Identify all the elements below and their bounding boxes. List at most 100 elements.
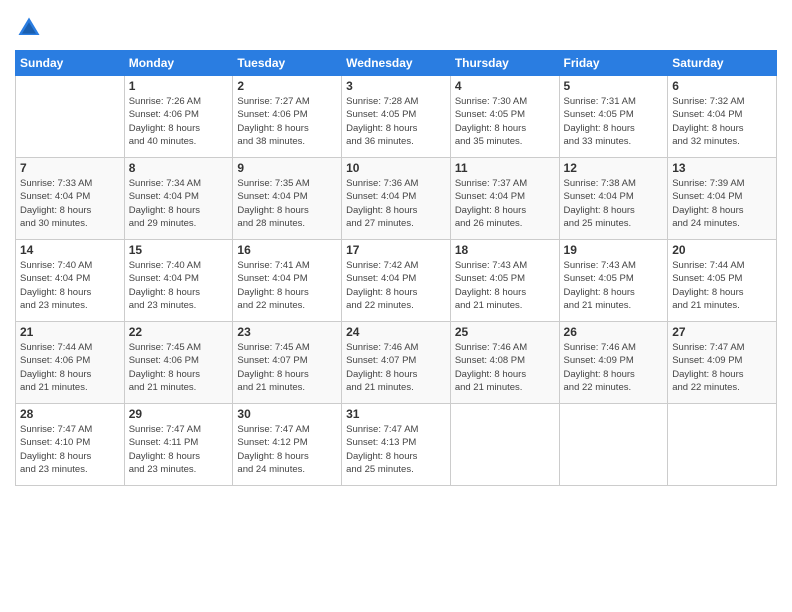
calendar-cell: 8 Sunrise: 7:34 AMSunset: 4:04 PMDaylight… — [124, 158, 233, 240]
day-number: 19 — [564, 243, 664, 257]
calendar-cell: 23 Sunrise: 7:45 AMSunset: 4:07 PMDayligh… — [233, 322, 342, 404]
logo-icon — [15, 14, 43, 42]
day-number: 4 — [455, 79, 555, 93]
header-thursday: Thursday — [450, 51, 559, 76]
calendar-cell: 21 Sunrise: 7:44 AMSunset: 4:06 PMDayligh… — [16, 322, 125, 404]
day-info: Sunrise: 7:40 AMSunset: 4:04 PMDaylight:… — [20, 259, 120, 312]
calendar-cell: 27 Sunrise: 7:47 AMSunset: 4:09 PMDayligh… — [668, 322, 777, 404]
header-monday: Monday — [124, 51, 233, 76]
day-number: 28 — [20, 407, 120, 421]
header-wednesday: Wednesday — [342, 51, 451, 76]
day-number: 9 — [237, 161, 337, 175]
day-info: Sunrise: 7:44 AMSunset: 4:05 PMDaylight:… — [672, 259, 772, 312]
day-number: 30 — [237, 407, 337, 421]
calendar-cell: 18 Sunrise: 7:43 AMSunset: 4:05 PMDayligh… — [450, 240, 559, 322]
header-friday: Friday — [559, 51, 668, 76]
calendar-table: SundayMondayTuesdayWednesdayThursdayFrid… — [15, 50, 777, 486]
calendar-cell — [16, 76, 125, 158]
day-info: Sunrise: 7:35 AMSunset: 4:04 PMDaylight:… — [237, 177, 337, 230]
day-number: 10 — [346, 161, 446, 175]
day-info: Sunrise: 7:27 AMSunset: 4:06 PMDaylight:… — [237, 95, 337, 148]
day-info: Sunrise: 7:43 AMSunset: 4:05 PMDaylight:… — [455, 259, 555, 312]
page-header — [15, 10, 777, 42]
calendar-cell: 26 Sunrise: 7:46 AMSunset: 4:09 PMDayligh… — [559, 322, 668, 404]
calendar-cell — [450, 404, 559, 486]
day-info: Sunrise: 7:44 AMSunset: 4:06 PMDaylight:… — [20, 341, 120, 394]
day-number: 17 — [346, 243, 446, 257]
calendar-cell: 12 Sunrise: 7:38 AMSunset: 4:04 PMDayligh… — [559, 158, 668, 240]
day-number: 18 — [455, 243, 555, 257]
calendar-cell: 31 Sunrise: 7:47 AMSunset: 4:13 PMDayligh… — [342, 404, 451, 486]
day-info: Sunrise: 7:47 AMSunset: 4:11 PMDaylight:… — [129, 423, 229, 476]
day-info: Sunrise: 7:45 AMSunset: 4:06 PMDaylight:… — [129, 341, 229, 394]
day-info: Sunrise: 7:46 AMSunset: 4:09 PMDaylight:… — [564, 341, 664, 394]
calendar-cell: 7 Sunrise: 7:33 AMSunset: 4:04 PMDaylight… — [16, 158, 125, 240]
calendar-cell: 10 Sunrise: 7:36 AMSunset: 4:04 PMDayligh… — [342, 158, 451, 240]
calendar-week-2: 7 Sunrise: 7:33 AMSunset: 4:04 PMDaylight… — [16, 158, 777, 240]
day-info: Sunrise: 7:33 AMSunset: 4:04 PMDaylight:… — [20, 177, 120, 230]
day-info: Sunrise: 7:26 AMSunset: 4:06 PMDaylight:… — [129, 95, 229, 148]
calendar-cell: 20Sunrise: 7:44 AMSunset: 4:05 PMDayligh… — [668, 240, 777, 322]
day-number: 2 — [237, 79, 337, 93]
day-number: 26 — [564, 325, 664, 339]
day-number: 31 — [346, 407, 446, 421]
day-info: Sunrise: 7:46 AMSunset: 4:07 PMDaylight:… — [346, 341, 446, 394]
logo — [15, 14, 46, 42]
day-number: 3 — [346, 79, 446, 93]
day-number: 12 — [564, 161, 664, 175]
day-info: Sunrise: 7:47 AMSunset: 4:13 PMDaylight:… — [346, 423, 446, 476]
day-number: 25 — [455, 325, 555, 339]
day-number: 1 — [129, 79, 229, 93]
day-info: Sunrise: 7:46 AMSunset: 4:08 PMDaylight:… — [455, 341, 555, 394]
day-info: Sunrise: 7:47 AMSunset: 4:09 PMDaylight:… — [672, 341, 772, 394]
day-number: 23 — [237, 325, 337, 339]
calendar-cell: 16Sunrise: 7:41 AMSunset: 4:04 PMDayligh… — [233, 240, 342, 322]
day-info: Sunrise: 7:43 AMSunset: 4:05 PMDaylight:… — [564, 259, 664, 312]
calendar-cell: 3 Sunrise: 7:28 AMSunset: 4:05 PMDaylight… — [342, 76, 451, 158]
day-number: 29 — [129, 407, 229, 421]
day-number: 24 — [346, 325, 446, 339]
header-sunday: Sunday — [16, 51, 125, 76]
calendar-cell — [668, 404, 777, 486]
day-number: 11 — [455, 161, 555, 175]
day-number: 22 — [129, 325, 229, 339]
calendar-cell: 19 Sunrise: 7:43 AMSunset: 4:05 PMDayligh… — [559, 240, 668, 322]
day-number: 15 — [129, 243, 229, 257]
day-info: Sunrise: 7:36 AMSunset: 4:04 PMDaylight:… — [346, 177, 446, 230]
calendar-cell — [559, 404, 668, 486]
day-info: Sunrise: 7:38 AMSunset: 4:04 PMDaylight:… — [564, 177, 664, 230]
day-info: Sunrise: 7:41 AMSunset: 4:04 PMDaylight:… — [237, 259, 337, 312]
calendar-week-3: 14Sunrise: 7:40 AMSunset: 4:04 PMDayligh… — [16, 240, 777, 322]
day-info: Sunrise: 7:28 AMSunset: 4:05 PMDaylight:… — [346, 95, 446, 148]
day-info: Sunrise: 7:47 AMSunset: 4:12 PMDaylight:… — [237, 423, 337, 476]
day-info: Sunrise: 7:37 AMSunset: 4:04 PMDaylight:… — [455, 177, 555, 230]
day-info: Sunrise: 7:31 AMSunset: 4:05 PMDaylight:… — [564, 95, 664, 148]
calendar-cell: 22 Sunrise: 7:45 AMSunset: 4:06 PMDayligh… — [124, 322, 233, 404]
calendar-header-row: SundayMondayTuesdayWednesdayThursdayFrid… — [16, 51, 777, 76]
calendar-week-1: 1 Sunrise: 7:26 AMSunset: 4:06 PMDaylight… — [16, 76, 777, 158]
day-number: 27 — [672, 325, 772, 339]
day-info: Sunrise: 7:39 AMSunset: 4:04 PMDaylight:… — [672, 177, 772, 230]
calendar-cell: 6 Sunrise: 7:32 AMSunset: 4:04 PMDaylight… — [668, 76, 777, 158]
calendar-cell: 25 Sunrise: 7:46 AMSunset: 4:08 PMDayligh… — [450, 322, 559, 404]
day-number: 8 — [129, 161, 229, 175]
day-number: 21 — [20, 325, 120, 339]
calendar-cell: 14Sunrise: 7:40 AMSunset: 4:04 PMDayligh… — [16, 240, 125, 322]
calendar-cell: 17 Sunrise: 7:42 AMSunset: 4:04 PMDayligh… — [342, 240, 451, 322]
calendar-week-4: 21 Sunrise: 7:44 AMSunset: 4:06 PMDayligh… — [16, 322, 777, 404]
day-info: Sunrise: 7:30 AMSunset: 4:05 PMDaylight:… — [455, 95, 555, 148]
day-info: Sunrise: 7:42 AMSunset: 4:04 PMDaylight:… — [346, 259, 446, 312]
calendar-cell: 2 Sunrise: 7:27 AMSunset: 4:06 PMDaylight… — [233, 76, 342, 158]
day-number: 6 — [672, 79, 772, 93]
day-number: 7 — [20, 161, 120, 175]
day-number: 13 — [672, 161, 772, 175]
day-info: Sunrise: 7:47 AMSunset: 4:10 PMDaylight:… — [20, 423, 120, 476]
calendar-cell: 15 Sunrise: 7:40 AMSunset: 4:04 PMDayligh… — [124, 240, 233, 322]
header-saturday: Saturday — [668, 51, 777, 76]
day-info: Sunrise: 7:40 AMSunset: 4:04 PMDaylight:… — [129, 259, 229, 312]
day-info: Sunrise: 7:45 AMSunset: 4:07 PMDaylight:… — [237, 341, 337, 394]
day-info: Sunrise: 7:32 AMSunset: 4:04 PMDaylight:… — [672, 95, 772, 148]
calendar-cell: 28 Sunrise: 7:47 AMSunset: 4:10 PMDayligh… — [16, 404, 125, 486]
header-tuesday: Tuesday — [233, 51, 342, 76]
day-info: Sunrise: 7:34 AMSunset: 4:04 PMDaylight:… — [129, 177, 229, 230]
